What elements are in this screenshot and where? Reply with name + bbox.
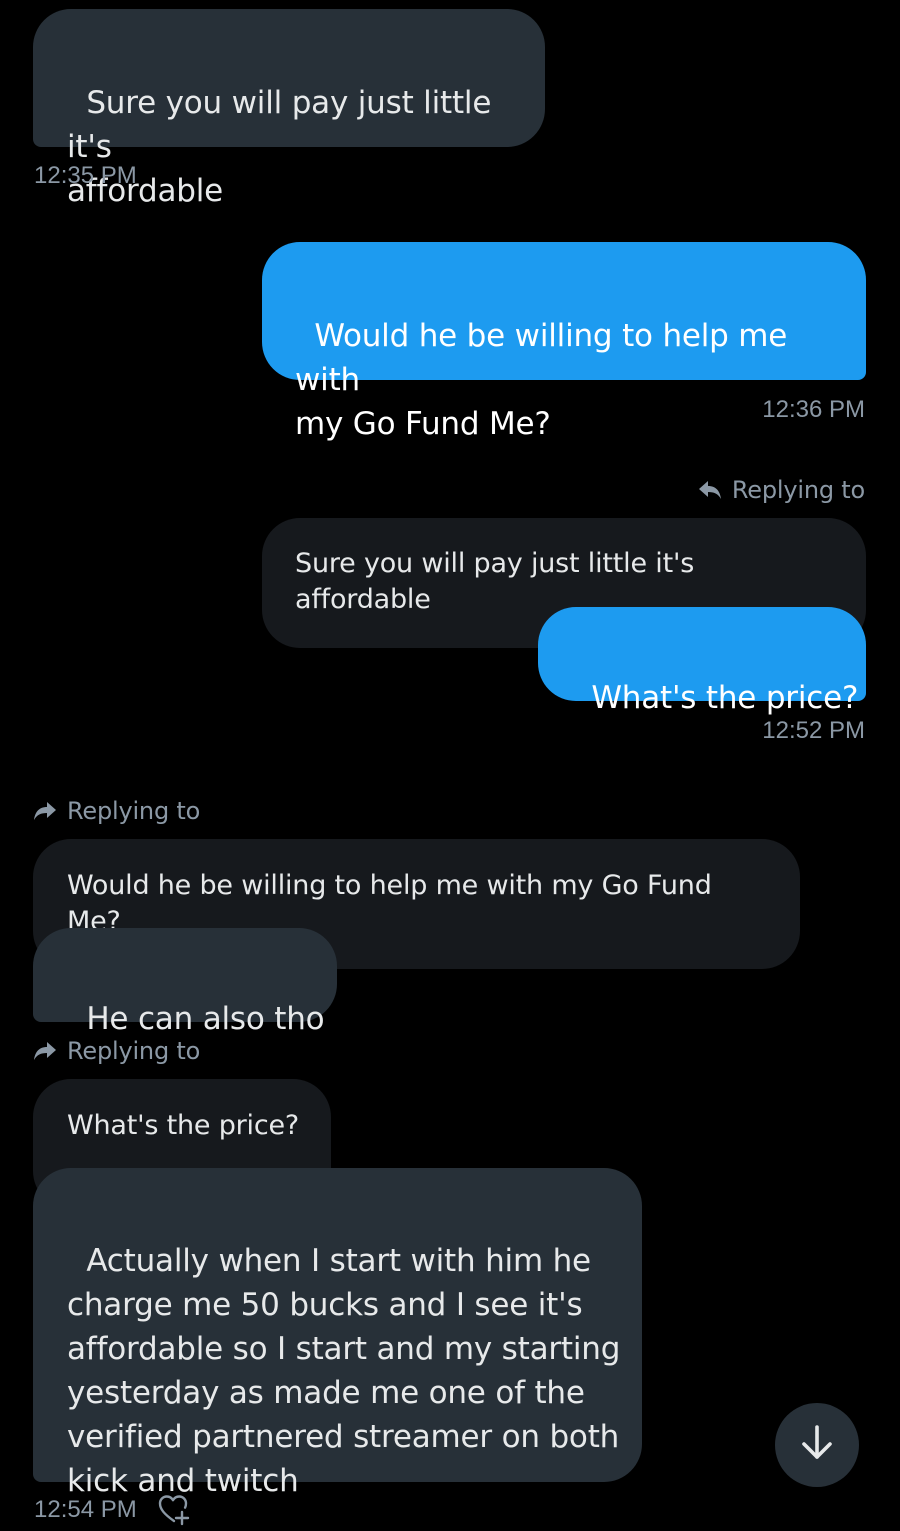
- replying-to-label: Replying to: [698, 476, 865, 504]
- replying-to-label: Replying to: [33, 1037, 200, 1065]
- forward-arrow-icon: [33, 800, 57, 822]
- message-timestamp: 12:35 PM: [34, 162, 137, 189]
- quoted-text: Would he be willing to help me with my G…: [67, 870, 712, 937]
- outgoing-message-bubble[interactable]: Would he be willing to help me with my G…: [262, 242, 866, 442]
- replying-to-label: Replying to: [33, 797, 200, 825]
- incoming-message-bubble[interactable]: Actually when I start with him he charge…: [33, 1168, 642, 1499]
- forward-arrow-icon: [33, 1040, 57, 1062]
- quoted-text: What's the price?: [67, 1110, 300, 1141]
- heart-plus-icon[interactable]: [158, 1493, 192, 1527]
- message-text: What's the price?: [591, 680, 859, 716]
- scroll-down-button[interactable]: [775, 1403, 859, 1487]
- replying-to-text: Replying to: [67, 1037, 201, 1065]
- outgoing-message-bubble[interactable]: What's the price?: [538, 607, 866, 716]
- message-text: Actually when I start with him he charge…: [67, 1243, 621, 1499]
- message-timestamp: 12:54 PM: [34, 1496, 137, 1523]
- message-text: He can also tho: [86, 1001, 325, 1037]
- quoted-text: Sure you will pay just little it's affor…: [295, 548, 695, 615]
- arrow-down-icon: [800, 1424, 834, 1466]
- message-timestamp: 12:52 PM: [762, 717, 865, 744]
- message-timestamp: 12:36 PM: [762, 396, 865, 423]
- replying-to-text: Replying to: [731, 476, 865, 504]
- message-text: Would he be willing to help me with my G…: [295, 318, 788, 442]
- message-text: Sure you will pay just little it's affor…: [67, 85, 492, 209]
- incoming-message-bubble[interactable]: He can also tho: [33, 928, 337, 1037]
- reply-arrow-icon: [698, 479, 722, 501]
- incoming-message-bubble[interactable]: Sure you will pay just little it's affor…: [33, 9, 545, 209]
- replying-to-text: Replying to: [67, 797, 201, 825]
